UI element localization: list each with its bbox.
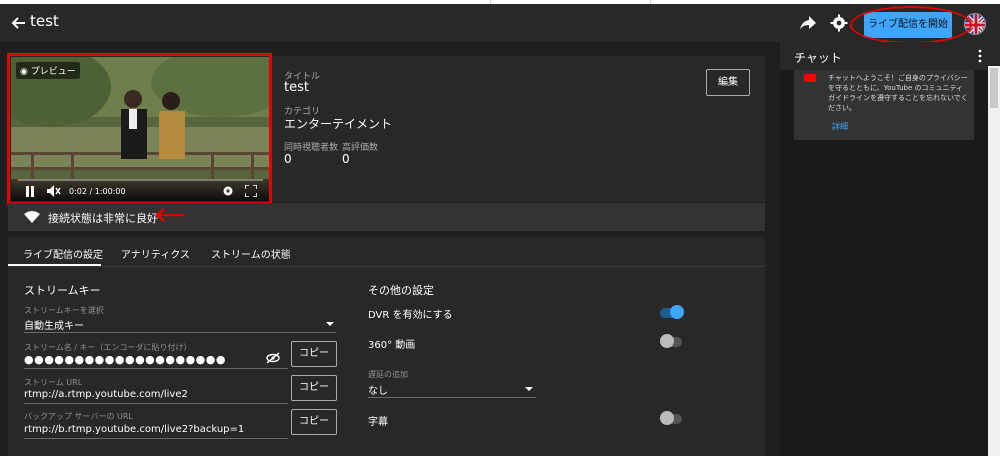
annotation-arrow-icon: [155, 208, 184, 222]
copy-backup-url-button[interactable]: コピー: [291, 409, 337, 435]
annotation-ellipse: [850, 6, 972, 44]
copy-stream-url-button[interactable]: コピー: [291, 375, 337, 401]
settings-card: ライブ配信の設定 アナリティクス ストリームの状態 ストリームキー ストリームキ…: [8, 237, 765, 456]
more-vert-icon[interactable]: [978, 49, 982, 63]
toggle-knob: [660, 334, 674, 348]
category-value: エンターテイメント: [284, 117, 393, 131]
settings-tabs: ライブ配信の設定 アナリティクス ストリームの状態: [8, 237, 765, 267]
likes-value: 0: [342, 152, 350, 166]
youtube-icon: [804, 74, 816, 82]
scrollbar-thumb[interactable]: [990, 68, 998, 108]
dropdown-arrow-icon[interactable]: [525, 387, 533, 391]
scrollbar[interactable]: [988, 66, 1000, 456]
connection-status: 接続状態は非常に良好: [48, 212, 158, 225]
gear-icon[interactable]: [830, 14, 848, 32]
delay-select[interactable]: なし: [368, 382, 388, 397]
field-underline: [24, 368, 288, 369]
connection-status-bar: 接続状態は非常に良好: [8, 203, 765, 231]
chat-welcome-card: チャットへようこそ！ご自身のプライバシーを守るとともに、YouTube のコミュ…: [794, 70, 974, 140]
toggle-knob: [670, 305, 684, 319]
chat-welcome-message: チャットへようこそ！ご自身のプライバシーを守るとともに、YouTube のコミュ…: [828, 74, 968, 112]
share-icon[interactable]: [799, 15, 817, 31]
field-underline: [24, 403, 288, 404]
viewers-label: 同時視聴者数: [284, 143, 339, 153]
tab-analytics[interactable]: アナリティクス: [121, 246, 190, 261]
field-underline: [368, 397, 536, 398]
stream-key-select[interactable]: 自動生成キー: [24, 317, 84, 332]
stream-name-label: ストリーム名 / キー（エンコーダに貼り付け）: [24, 343, 192, 352]
title-value: test: [284, 80, 309, 95]
dvr-toggle[interactable]: [660, 305, 684, 319]
chat-title: チャット: [794, 51, 842, 65]
page-title: test: [30, 12, 59, 30]
stream-key-select-label: ストリームキーを選択: [24, 306, 104, 315]
stream-url-label: ストリーム URL: [24, 378, 83, 387]
captions-toggle[interactable]: [660, 411, 682, 425]
delay-label: 遅延の追加: [368, 370, 408, 379]
details-link[interactable]: 詳細: [832, 121, 848, 132]
chat-header: チャット: [780, 42, 1000, 70]
visibility-off-icon[interactable]: [266, 352, 280, 364]
stream-url-field[interactable]: rtmp://a.rtmp.youtube.com/live2: [24, 389, 188, 400]
vr360-label: 360° 動画: [368, 340, 416, 351]
toggle-knob: [660, 411, 674, 425]
back-arrow-icon[interactable]: [8, 12, 30, 34]
tab-stream-health[interactable]: ストリームの状態: [211, 246, 291, 261]
tab-stream-settings[interactable]: ライブ配信の設定: [23, 246, 103, 261]
copy-stream-key-button[interactable]: コピー: [291, 341, 337, 367]
backup-url-label: バックアップ サーバーの URL: [24, 412, 133, 421]
wifi-icon: [24, 211, 40, 223]
annotation-rectangle: [7, 53, 272, 205]
edit-button[interactable]: 編集: [706, 69, 750, 96]
active-tab-indicator: [8, 264, 101, 266]
stream-key-field[interactable]: ●●●●●●●●●●●●●●●●●●●●: [24, 353, 226, 366]
field-underline: [24, 332, 336, 333]
field-underline: [24, 438, 288, 439]
stream-key-heading: ストリームキー: [24, 284, 101, 297]
captions-label: 字幕: [368, 417, 388, 428]
dvr-label: DVR を有効にする: [368, 310, 453, 321]
backup-url-field[interactable]: rtmp://b.rtmp.youtube.com/live2?backup=1: [24, 424, 244, 435]
vr360-toggle[interactable]: [660, 334, 682, 348]
chat-panel: チャット チャットへようこそ！ご自身のプライバシーを守るとともに、YouTube…: [780, 42, 1000, 456]
viewers-value: 0: [284, 152, 292, 166]
other-settings-heading: その他の設定: [368, 284, 434, 297]
dropdown-arrow-icon[interactable]: [326, 322, 334, 326]
